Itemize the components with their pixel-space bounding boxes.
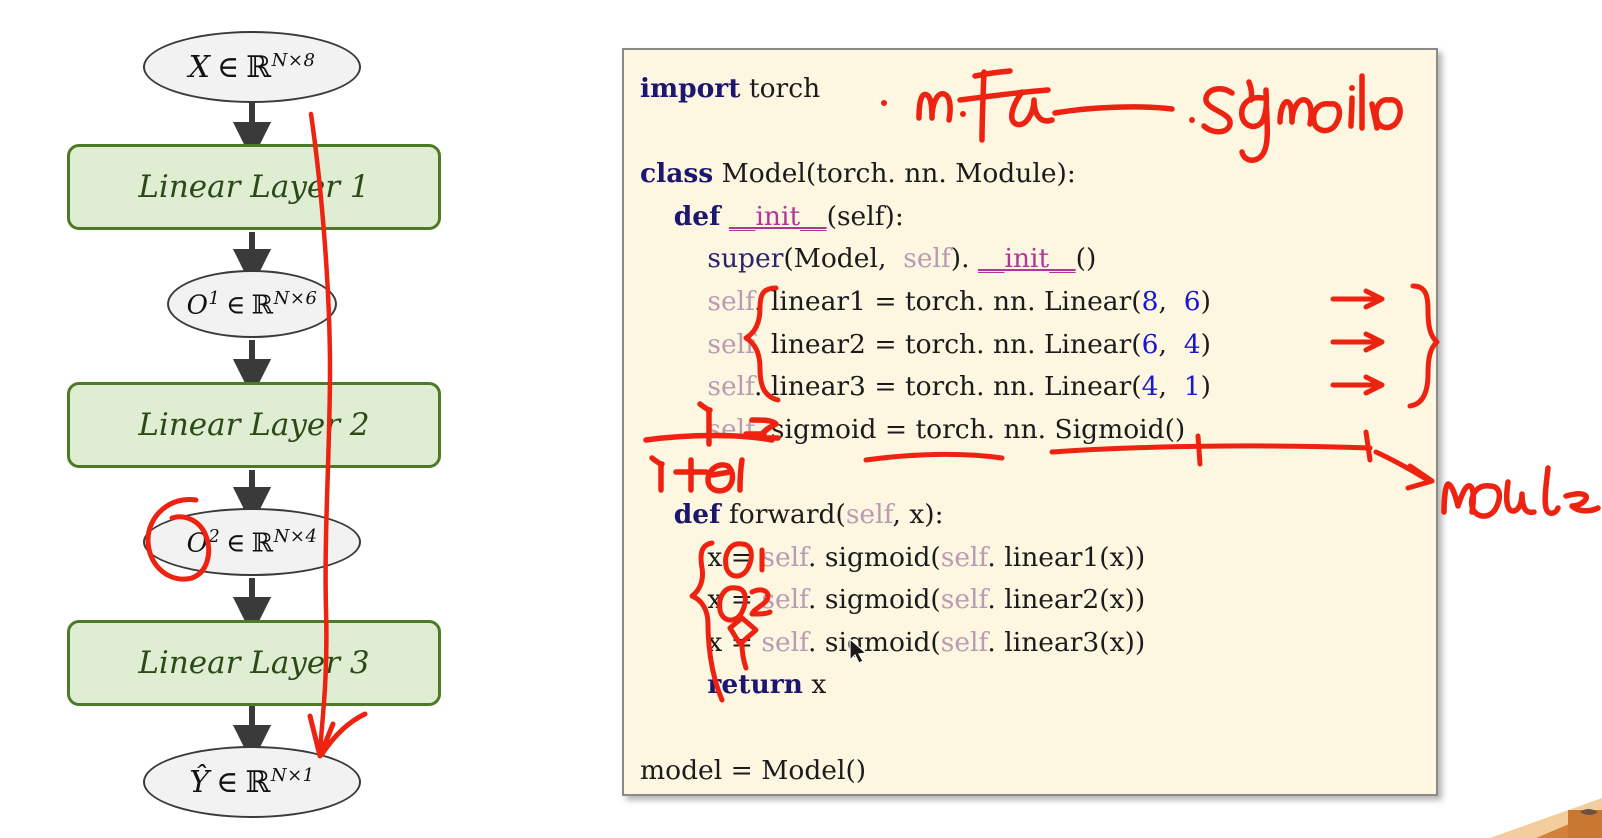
token-linear3-assign: . linear3 = torch. nn. Linear( (754, 371, 1142, 403)
token-super-self: self (903, 243, 951, 275)
token-forward-self: self (845, 498, 893, 530)
node-linear-layer-1-label: Linear Layer 1 (138, 169, 370, 205)
token-class: class (640, 158, 714, 190)
token-self-7: self (761, 584, 809, 616)
token-def-init: def (673, 200, 721, 232)
token-super: super (707, 243, 784, 275)
token-close-1: ) (1200, 285, 1211, 317)
node-o1-label: O1 ∈ ℝN×6 (186, 287, 318, 321)
token-def-forward: def (673, 498, 721, 530)
token-model-name: Model (721, 158, 806, 190)
token-x-eq-2: x = (707, 584, 762, 616)
token-linear1-call: . linear1(x)) (987, 541, 1146, 573)
node-linear-layer-3: Linear Layer 3 (67, 620, 441, 706)
token-linear1-assign: . linear1 = torch. nn. Linear( (754, 285, 1142, 317)
node-linear-layer-3-label: Linear Layer 3 (138, 645, 370, 681)
node-o2: O2 ∈ ℝN×4 (143, 508, 361, 576)
token-class-bases: (torch. nn. Module): (805, 158, 1076, 190)
token-self-8: self (940, 584, 988, 616)
token-import: import (640, 73, 741, 104)
token-close-2: ) (1200, 328, 1211, 360)
token-self-1: self (707, 285, 755, 317)
node-input-x: X ∈ ℝN×8 (143, 31, 361, 103)
token-close-3: ) (1200, 371, 1211, 403)
token-num-1: 1 (1183, 371, 1201, 403)
code-editor-panel: import torch class Model(torch. nn. Modu… (622, 48, 1438, 796)
token-self-5: self (761, 541, 809, 573)
token-self-9: self (761, 626, 809, 658)
token-model-instantiation: model = Model() (640, 754, 867, 786)
token-num-8: 8 (1141, 285, 1159, 317)
node-linear-layer-2-label: Linear Layer 2 (138, 407, 370, 443)
node-output-yhat-label: Ŷ ∈ ℝN×1 (189, 764, 315, 800)
token-return-x: x (802, 669, 827, 701)
token-init-call-parens: () (1075, 243, 1097, 275)
token-init-dunder-2: __init__ (977, 243, 1076, 275)
node-linear-layer-1: Linear Layer 1 (67, 144, 441, 230)
token-num-6b: 6 (1141, 328, 1159, 360)
token-self-6: self (940, 541, 988, 573)
token-sigmoid-call-2: . sigmoid( (808, 584, 941, 616)
mouse-cursor (849, 638, 868, 664)
node-o1: O1 ∈ ℝN×6 (167, 270, 337, 338)
token-super-close: ). (950, 243, 978, 275)
token-num-6a: 6 (1183, 285, 1201, 317)
node-o2-label: O2 ∈ ℝN×4 (186, 525, 318, 559)
token-forward-name: forward (728, 498, 836, 530)
token-super-args-open: ( (783, 243, 794, 275)
token-comma-1: , (1158, 285, 1167, 317)
token-num-4b: 4 (1141, 371, 1159, 403)
node-output-yhat: Ŷ ∈ ℝN×1 (143, 746, 361, 818)
token-super-comma: , (877, 243, 904, 275)
token-sigmoid-call-1: . sigmoid( (808, 541, 941, 573)
token-self-2: self (707, 328, 755, 360)
token-self-4: self (707, 413, 755, 445)
token-forward-open: ( (835, 498, 846, 530)
ink-module-word (1441, 465, 1601, 519)
token-linear3-call: . linear3(x)) (987, 626, 1146, 658)
token-comma-2: , (1158, 328, 1167, 360)
token-linear2-assign: . linear2 = torch. nn. Linear( (754, 328, 1142, 360)
token-self-10: self (940, 626, 988, 658)
token-sigmoid-call-3: . sigmoid( (808, 626, 941, 658)
token-forward-close: , x): (892, 498, 944, 530)
node-input-x-label: X ∈ ℝN×8 (188, 49, 316, 85)
corner-photo-thumbnail (1440, 776, 1602, 838)
architecture-diagram: X ∈ ℝN×8 Linear Layer 1 O1 ∈ ℝN×6 Linear… (0, 0, 600, 838)
node-linear-layer-2: Linear Layer 2 (67, 382, 441, 468)
token-comma-3: , (1158, 371, 1167, 403)
token-init-args: (self): (826, 200, 904, 232)
token-super-model: Model (793, 243, 878, 275)
python-source-code: import torch class Model(torch. nn. Modu… (640, 68, 1211, 792)
token-self-3: self (707, 371, 755, 403)
token-linear2-call: . linear2(x)) (987, 584, 1146, 616)
token-init-dunder: __init__ (728, 200, 827, 232)
token-sigmoid-assign: . sigmoid = torch. nn. Sigmoid() (754, 413, 1186, 445)
token-x-eq-3: x = (707, 626, 762, 658)
token-x-eq-1: x = (707, 541, 762, 573)
token-num-4a: 4 (1183, 328, 1201, 360)
token-return: return (707, 669, 803, 701)
token-torch: torch (748, 73, 821, 104)
